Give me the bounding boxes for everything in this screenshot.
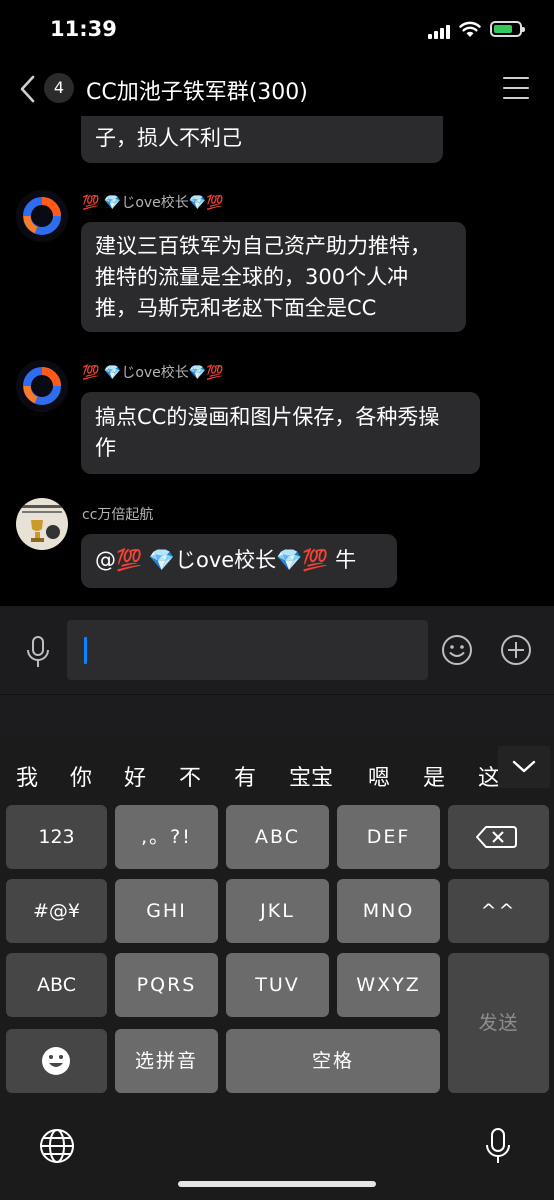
back-button[interactable] bbox=[14, 72, 42, 106]
emoji-key[interactable] bbox=[6, 1029, 107, 1093]
message-bubble[interactable]: @💯 💎じove校长💎💯 牛 bbox=[81, 534, 397, 588]
cellular-signal-icon bbox=[428, 25, 452, 39]
send-key[interactable]: 发送 bbox=[448, 953, 549, 1093]
space-key[interactable]: 空格 bbox=[226, 1029, 440, 1093]
message-input[interactable] bbox=[67, 620, 428, 680]
candidate-word[interactable]: 嗯 bbox=[368, 760, 390, 792]
status-time: 11:39 bbox=[50, 17, 117, 41]
candidate-word[interactable]: 不 bbox=[179, 760, 201, 792]
message-line: @💯 💎じove校长💎💯 牛 bbox=[95, 548, 357, 572]
key-punctuation[interactable]: ,。?! bbox=[115, 805, 218, 869]
key-mno[interactable]: MNO bbox=[337, 879, 440, 943]
message-bubble[interactable]: 子，损人不利己 bbox=[81, 116, 443, 163]
home-indicator bbox=[178, 1181, 376, 1187]
message-line: 推，马斯克和老赵下面全是CC bbox=[95, 296, 377, 320]
key-def[interactable]: DEF bbox=[337, 805, 440, 869]
message-line: 推特的流量是全球的，300个人冲 bbox=[95, 265, 409, 289]
message-text: 子，损人不利己 bbox=[95, 126, 242, 150]
chevron-down-icon bbox=[512, 760, 536, 773]
message-bubble[interactable]: 建议三百铁军为自己资产助力推特， 推特的流量是全球的，300个人冲 推，马斯克和… bbox=[81, 222, 466, 332]
key-ghi[interactable]: GHI bbox=[115, 879, 218, 943]
emoji-button[interactable] bbox=[441, 634, 473, 666]
message-line: 搞点CC的漫画和图片保存，各种秀操 bbox=[95, 405, 440, 429]
key-jkl[interactable]: JKL bbox=[226, 879, 329, 943]
key-emoticon[interactable]: ^^ bbox=[448, 879, 549, 943]
candidate-word[interactable]: 我 bbox=[16, 760, 38, 792]
candidate-word[interactable]: 你 bbox=[70, 760, 92, 792]
avatar[interactable] bbox=[16, 360, 68, 412]
delete-key[interactable] bbox=[448, 805, 549, 869]
backspace-icon bbox=[476, 826, 517, 848]
avatar[interactable] bbox=[16, 190, 68, 242]
key-123[interactable]: 123 bbox=[6, 805, 107, 869]
candidate-word[interactable]: 是 bbox=[423, 760, 445, 792]
message-line: 建议三百铁军为自己资产助力推特， bbox=[95, 234, 431, 258]
key-wxyz[interactable]: WXYZ bbox=[337, 953, 440, 1017]
avatar[interactable] bbox=[16, 498, 68, 550]
key-symbols[interactable]: #@¥ bbox=[6, 879, 107, 943]
message-line: 作 bbox=[95, 436, 116, 460]
key-abc-switch[interactable]: ABC bbox=[6, 953, 107, 1017]
expand-candidates-button[interactable] bbox=[498, 746, 550, 788]
battery-icon bbox=[490, 21, 525, 37]
unread-count-badge[interactable]: 4 bbox=[44, 73, 74, 103]
message-bubble[interactable]: 搞点CC的漫画和图片保存，各种秀操 作 bbox=[81, 392, 480, 474]
key-abc[interactable]: ABC bbox=[226, 805, 329, 869]
wifi-icon bbox=[459, 21, 481, 37]
candidate-word[interactable]: 这 bbox=[478, 760, 498, 792]
key-select-pinyin[interactable]: 选拼音 bbox=[115, 1029, 218, 1093]
voice-input-button[interactable] bbox=[24, 635, 52, 669]
text-caret bbox=[84, 637, 87, 664]
emoji-icon bbox=[42, 1047, 70, 1075]
globe-icon[interactable] bbox=[38, 1127, 76, 1165]
sender-name: 💯 💎じove校长💎💯 bbox=[82, 195, 224, 211]
plus-button[interactable] bbox=[500, 634, 532, 666]
sender-name: cc万倍起航 bbox=[82, 507, 154, 523]
key-tuv[interactable]: TUV bbox=[226, 953, 329, 1017]
key-pqrs[interactable]: PQRS bbox=[115, 953, 218, 1017]
sender-name: 💯 💎じove校长💎💯 bbox=[82, 365, 224, 381]
candidate-word[interactable]: 宝宝 bbox=[289, 760, 333, 792]
chat-title: CC加池子铁军群(300) bbox=[86, 80, 308, 105]
candidate-word[interactable]: 有 bbox=[234, 760, 256, 792]
dictation-microphone-icon[interactable] bbox=[484, 1127, 512, 1165]
menu-button[interactable] bbox=[503, 77, 529, 99]
candidate-word[interactable]: 好 bbox=[124, 760, 146, 792]
keyboard-toolbar bbox=[0, 694, 554, 737]
